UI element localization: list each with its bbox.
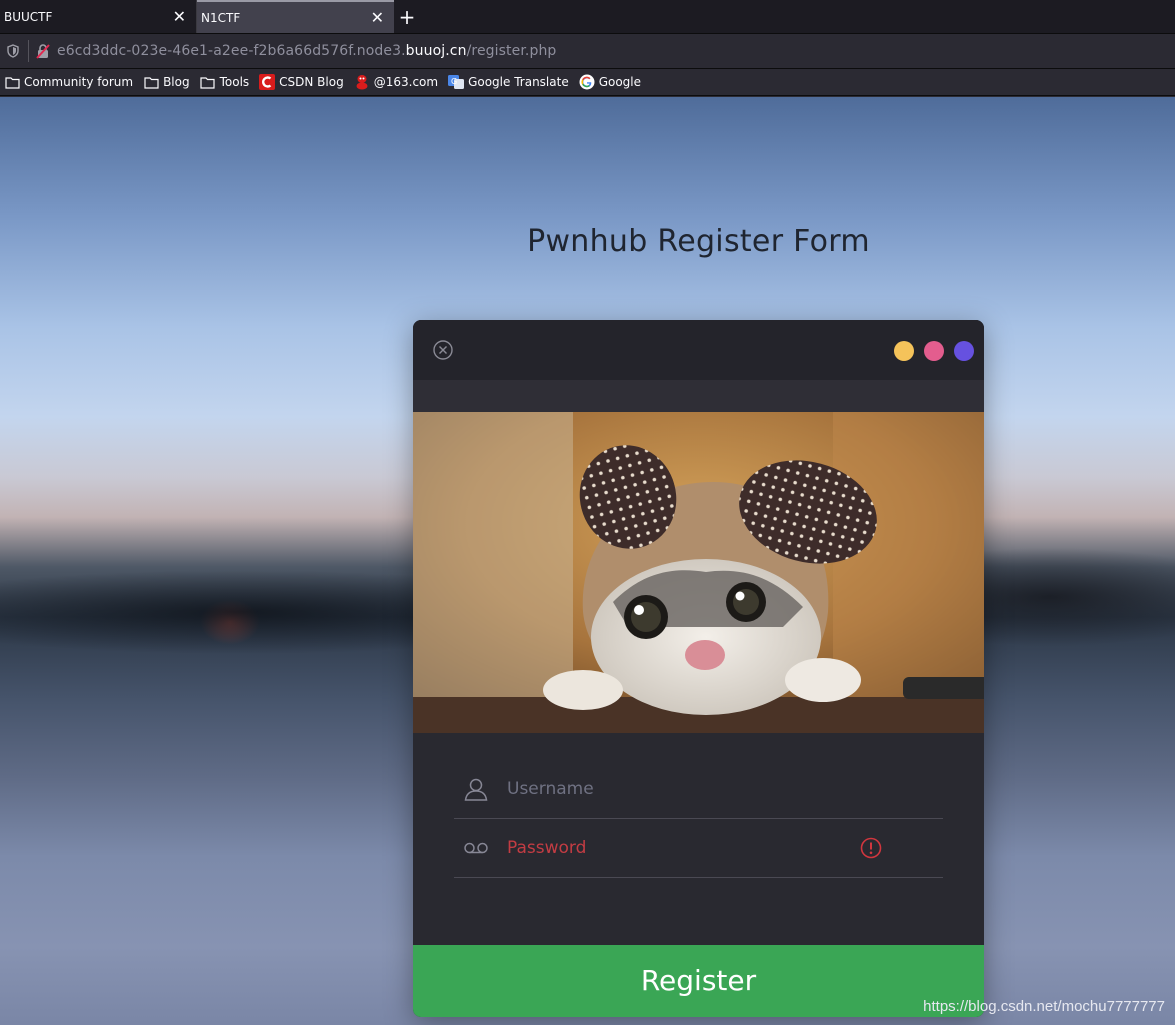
watermark-text: https://blog.csdn.net/mochu7777777 [923,998,1165,1015]
csdn-icon [259,74,276,90]
url-host: buuoj.cn [405,43,467,59]
google-translate-icon: G [448,74,465,90]
voicemail-icon [454,841,498,855]
password-input[interactable] [498,838,847,858]
yellow-dot [894,341,914,361]
purple-dot [954,341,974,361]
register-form [454,760,943,878]
card-header [413,320,984,380]
register-button[interactable]: Register [413,945,984,1017]
bookmark-label: CSDN Blog [279,75,344,89]
svg-text:G: G [451,77,457,86]
tab-buuctf[interactable]: BUUCTF ✕ [0,0,197,33]
bookmark-community-forum[interactable]: Community forum [4,74,133,90]
page-background: Pwnhub Register Form Username Register h… [0,97,1175,1025]
bookmarks-bar: Community forum Blog Tools CSDN Blog @16… [0,69,1175,96]
header-strip [413,380,984,412]
url-prefix: e6cd3ddc-023e-46e1-a2ee-f2b6a66d576f.nod… [57,43,406,59]
bookmark-label: Blog [163,75,190,89]
insecure-lock-icon[interactable] [35,43,51,59]
folder-icon [4,74,20,90]
address-bar[interactable]: e6cd3ddc-023e-46e1-a2ee-f2b6a66d576f.nod… [0,34,1175,69]
close-icon[interactable]: ✕ [173,8,186,25]
tab-bar: BUUCTF ✕ N1CTF ✕ + [0,0,1175,34]
user-icon [454,776,498,802]
close-circle-icon[interactable] [433,340,453,360]
plus-icon: + [398,4,416,29]
folder-icon [143,74,159,90]
163-icon [354,74,370,90]
tab-label: N1CTF [201,10,241,25]
close-icon[interactable]: ✕ [371,9,384,26]
bookmark-google-translate[interactable]: G Google Translate [448,74,569,90]
error-icon [860,837,882,859]
register-card: Register [413,320,984,1017]
page-title: Pwnhub Register Form [527,224,870,259]
bookmark-blog[interactable]: Blog [143,74,190,90]
bookmark-google[interactable]: Google [579,74,641,90]
bookmark-label: @163.com [373,75,439,89]
tab-n1ctf[interactable]: N1CTF ✕ [197,0,394,33]
folder-icon [200,74,216,90]
username-input[interactable] [498,779,847,799]
tab-label: BUUCTF [4,9,53,24]
bookmark-label: Google Translate [468,75,569,89]
url-path: /register.php [466,43,557,59]
bookmark-tools[interactable]: Tools [200,74,250,90]
bookmark-label: Tools [219,75,250,89]
bookmark-csdn[interactable]: CSDN Blog [259,74,344,90]
new-tab-button[interactable]: + [394,0,420,33]
divider [28,40,29,62]
username-field [454,760,943,819]
cat-photo [413,412,984,733]
pink-dot [924,341,944,361]
bookmark-163[interactable]: @163.com [354,74,438,90]
url-text[interactable]: e6cd3ddc-023e-46e1-a2ee-f2b6a66d576f.nod… [57,43,556,59]
password-field [454,819,943,878]
google-icon [579,74,595,90]
bookmark-label: Google [598,75,642,89]
bookmark-label: Community forum [24,75,134,89]
shield-icon[interactable] [6,44,20,58]
